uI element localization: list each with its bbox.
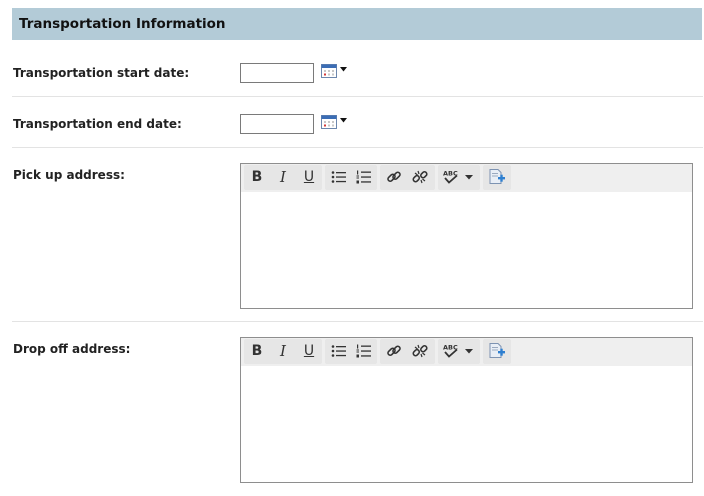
- pickup-address-textarea[interactable]: [241, 192, 692, 308]
- insert-template-icon: [489, 343, 505, 358]
- spell-check-icon: ABC: [443, 344, 458, 358]
- calendar-icon: [321, 64, 337, 78]
- calendar-icon: [321, 115, 337, 129]
- underline-button[interactable]: U: [298, 166, 320, 188]
- spell-check-dropdown-button[interactable]: [460, 340, 478, 362]
- italic-button[interactable]: I: [272, 340, 294, 362]
- editor-toolbar: B I U ABC: [241, 164, 692, 192]
- unlink-button[interactable]: [409, 166, 431, 188]
- numbered-list-button[interactable]: [353, 166, 375, 188]
- dropoff-address-label: Drop off address:: [13, 342, 131, 356]
- end-date-input[interactable]: [240, 114, 314, 134]
- dropoff-address-textarea[interactable]: [241, 366, 692, 482]
- pickup-address-label: Pick up address:: [13, 168, 125, 182]
- numbered-list-icon: [356, 170, 371, 184]
- unlink-button[interactable]: [409, 340, 431, 362]
- spell-check-button[interactable]: ABC: [440, 166, 462, 188]
- bold-button[interactable]: B: [246, 340, 268, 362]
- row-divider: [12, 96, 703, 97]
- caret-down-icon: [340, 118, 347, 123]
- link-button[interactable]: [383, 340, 405, 362]
- insert-template-button[interactable]: [486, 166, 508, 188]
- caret-down-icon: [340, 67, 347, 72]
- insert-template-button[interactable]: [486, 340, 508, 362]
- bold-button[interactable]: B: [246, 166, 268, 188]
- link-button[interactable]: [383, 166, 405, 188]
- start-date-label: Transportation start date:: [13, 66, 190, 80]
- end-date-picker-button[interactable]: [321, 114, 349, 130]
- unlink-icon: [412, 170, 428, 184]
- row-divider: [12, 147, 703, 148]
- section-title: Transportation Information: [19, 16, 226, 32]
- bulleted-list-icon: [331, 345, 346, 357]
- link-icon: [387, 345, 401, 357]
- bulleted-list-icon: [331, 171, 346, 183]
- unlink-icon: [412, 344, 428, 358]
- end-date-label: Transportation end date:: [13, 117, 182, 131]
- link-icon: [387, 171, 401, 183]
- spell-check-button[interactable]: ABC: [440, 340, 462, 362]
- row-divider: [12, 321, 703, 322]
- spell-check-icon: ABC: [443, 170, 458, 184]
- dropoff-address-editor: B I U ABC: [240, 337, 693, 483]
- spell-check-dropdown-button[interactable]: [460, 166, 478, 188]
- caret-down-icon: [465, 349, 473, 354]
- start-date-input[interactable]: [240, 63, 314, 83]
- pickup-address-editor: B I U ABC: [240, 163, 693, 309]
- bulleted-list-button[interactable]: [328, 166, 350, 188]
- bulleted-list-button[interactable]: [328, 340, 350, 362]
- section-header: Transportation Information: [12, 8, 702, 40]
- start-date-picker-button[interactable]: [321, 63, 349, 79]
- numbered-list-icon: [356, 344, 371, 358]
- italic-button[interactable]: I: [272, 166, 294, 188]
- insert-template-icon: [489, 169, 505, 184]
- numbered-list-button[interactable]: [353, 340, 375, 362]
- caret-down-icon: [465, 175, 473, 180]
- editor-toolbar: B I U ABC: [241, 338, 692, 366]
- underline-button[interactable]: U: [298, 340, 320, 362]
